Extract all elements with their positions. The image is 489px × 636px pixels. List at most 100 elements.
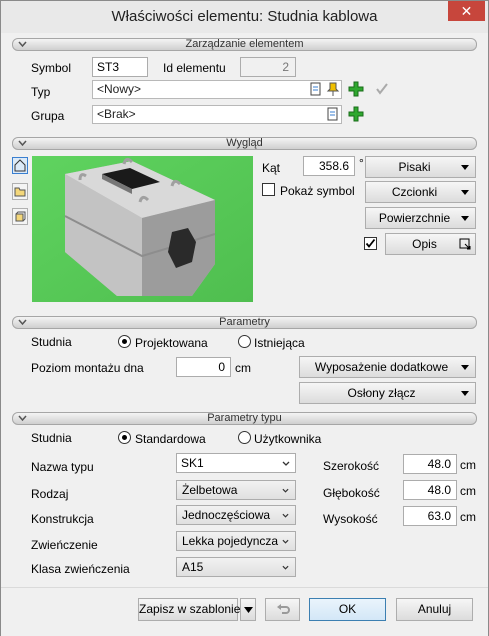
add-group-icon[interactable] bbox=[348, 106, 364, 122]
element-3d-preview bbox=[32, 156, 253, 302]
show-symbol-checkbox[interactable] bbox=[262, 183, 275, 196]
joint-covers-button[interactable]: Osłony złącz bbox=[299, 382, 476, 404]
library-icon[interactable] bbox=[325, 106, 341, 122]
save-template-button[interactable]: Zapisz w szablonie bbox=[138, 598, 240, 621]
kind-label: Rodzaj bbox=[31, 487, 69, 501]
cancel-button[interactable]: Anuluj bbox=[396, 598, 473, 621]
dropdown-arrow-icon bbox=[461, 216, 469, 221]
radio-existing-label: Istniejąca bbox=[254, 336, 305, 350]
joint-covers-label: Osłony złącz bbox=[347, 386, 416, 400]
undo-button[interactable] bbox=[265, 598, 300, 621]
radio-standard[interactable] bbox=[118, 431, 131, 444]
fonts-button[interactable]: Czcionki bbox=[365, 181, 476, 203]
finish-label: Zwieńczenie bbox=[31, 538, 98, 552]
section-header-parameters[interactable]: Parametry bbox=[12, 316, 477, 329]
box-view-icon bbox=[15, 211, 26, 222]
section-header-type-parameters[interactable]: Parametry typu bbox=[12, 412, 477, 425]
bottom-level-input[interactable]: 0 bbox=[176, 357, 231, 377]
finish-value: Lekka pojedyncza bbox=[182, 534, 279, 548]
dropdown-arrow-icon bbox=[461, 391, 469, 396]
radio-designed-label: Projektowana bbox=[135, 336, 208, 350]
section-title: Parametry typu bbox=[207, 412, 282, 424]
angle-input[interactable]: 358.6 bbox=[303, 156, 355, 176]
fonts-label: Czcionki bbox=[391, 185, 438, 199]
dropdown-arrow-icon bbox=[461, 365, 469, 370]
kind-combo[interactable]: Żelbetowa bbox=[176, 480, 296, 500]
section-header-management[interactable]: Zarządzanie elementem bbox=[12, 38, 477, 51]
radio-user[interactable] bbox=[238, 431, 251, 444]
type-name-label: Nazwa typu bbox=[31, 460, 94, 474]
depth-unit: cm bbox=[460, 484, 476, 498]
surfaces-label: Powierzchnie bbox=[378, 211, 451, 225]
section-title: Parametry bbox=[219, 316, 270, 328]
description-label: Opis bbox=[412, 237, 437, 251]
description-checkbox[interactable] bbox=[364, 237, 377, 250]
pens-label: Pisaki bbox=[398, 160, 431, 174]
symbol-label: Symbol bbox=[31, 61, 72, 75]
depth-label: Głębokość bbox=[323, 486, 380, 500]
construction-combo[interactable]: Jednoczęściowa bbox=[176, 505, 296, 525]
radio-designed[interactable] bbox=[118, 335, 131, 348]
save-template-dropdown[interactable] bbox=[240, 598, 256, 621]
bottom-level-label: Poziom montażu dna bbox=[31, 361, 144, 375]
finish-class-combo[interactable]: A15 bbox=[176, 557, 296, 577]
close-button[interactable]: ✕ bbox=[448, 1, 485, 21]
angle-unit: ° bbox=[359, 156, 364, 170]
depth-input[interactable]: 48.0 bbox=[403, 480, 457, 500]
symbol-input[interactable]: ST3 bbox=[92, 57, 148, 77]
chevron-down-icon bbox=[282, 513, 289, 518]
dropdown-arrow-icon bbox=[461, 190, 469, 195]
view-box-button[interactable] bbox=[12, 208, 28, 225]
section-header-appearance[interactable]: Wygląd bbox=[12, 137, 477, 150]
pin-icon[interactable] bbox=[325, 81, 341, 97]
chevron-down-icon bbox=[282, 565, 289, 570]
bottom-level-unit: cm bbox=[235, 361, 251, 375]
description-button[interactable]: Opis bbox=[385, 233, 476, 255]
pens-button[interactable]: Pisaki bbox=[365, 156, 476, 178]
group-field[interactable]: <Brak> bbox=[92, 105, 342, 124]
properties-dialog: Właściwości elementu: Studnia kablowa ✕ … bbox=[0, 0, 489, 636]
height-input[interactable]: 63.0 bbox=[403, 506, 457, 526]
library-icon[interactable] bbox=[308, 81, 324, 97]
width-unit: cm bbox=[460, 458, 476, 472]
window-title: Właściwości elementu: Studnia kablowa bbox=[111, 8, 378, 25]
section-title: Zarządzanie elementem bbox=[185, 38, 304, 50]
extra-equipment-button[interactable]: Wyposażenie dodatkowe bbox=[299, 356, 476, 378]
confirm-check-icon[interactable] bbox=[374, 81, 390, 97]
house-view-icon bbox=[14, 159, 26, 172]
dropdown-arrow-icon bbox=[244, 607, 253, 613]
kind-value: Żelbetowa bbox=[182, 483, 238, 497]
type-label: Typ bbox=[31, 85, 51, 99]
section-title: Wygląd bbox=[226, 137, 263, 149]
chevron-down-icon bbox=[282, 488, 289, 493]
view-3d-button[interactable] bbox=[12, 157, 28, 174]
radio-existing[interactable] bbox=[238, 335, 251, 348]
finish-combo[interactable]: Lekka pojedyncza bbox=[176, 531, 296, 551]
group-label: Grupa bbox=[31, 109, 65, 123]
ok-button[interactable]: OK bbox=[309, 598, 386, 621]
element-id-label: Id elementu bbox=[163, 61, 226, 75]
height-label: Wysokość bbox=[323, 512, 378, 526]
add-type-icon[interactable] bbox=[348, 81, 364, 97]
chevron-down-icon bbox=[282, 461, 290, 466]
finish-class-value: A15 bbox=[182, 560, 204, 574]
view-plan-button[interactable] bbox=[12, 183, 28, 200]
undo-icon bbox=[277, 604, 290, 614]
folder-view-icon bbox=[14, 187, 26, 197]
well-label: Studnia bbox=[31, 335, 72, 349]
title-bar: Właściwości elementu: Studnia kablowa ✕ bbox=[1, 1, 488, 33]
extra-equipment-label: Wyposażenie dodatkowe bbox=[314, 360, 449, 374]
open-window-icon bbox=[459, 238, 471, 250]
construction-label: Konstrukcja bbox=[31, 512, 94, 526]
checkmark-icon bbox=[365, 238, 376, 248]
show-symbol-label: Pokaż symbol bbox=[280, 184, 355, 198]
construction-value: Jednoczęściowa bbox=[182, 508, 271, 522]
radio-standard-label: Standardowa bbox=[135, 432, 206, 446]
surfaces-button[interactable]: Powierzchnie bbox=[365, 207, 476, 229]
type-name-combo[interactable]: SK1 bbox=[176, 453, 296, 473]
element-id-field: 2 bbox=[240, 57, 296, 77]
radio-user-label: Użytkownika bbox=[254, 432, 322, 446]
chevron-down-icon bbox=[282, 539, 289, 544]
width-input[interactable]: 48.0 bbox=[403, 454, 457, 474]
type-field[interactable]: <Nowy> bbox=[92, 80, 342, 99]
